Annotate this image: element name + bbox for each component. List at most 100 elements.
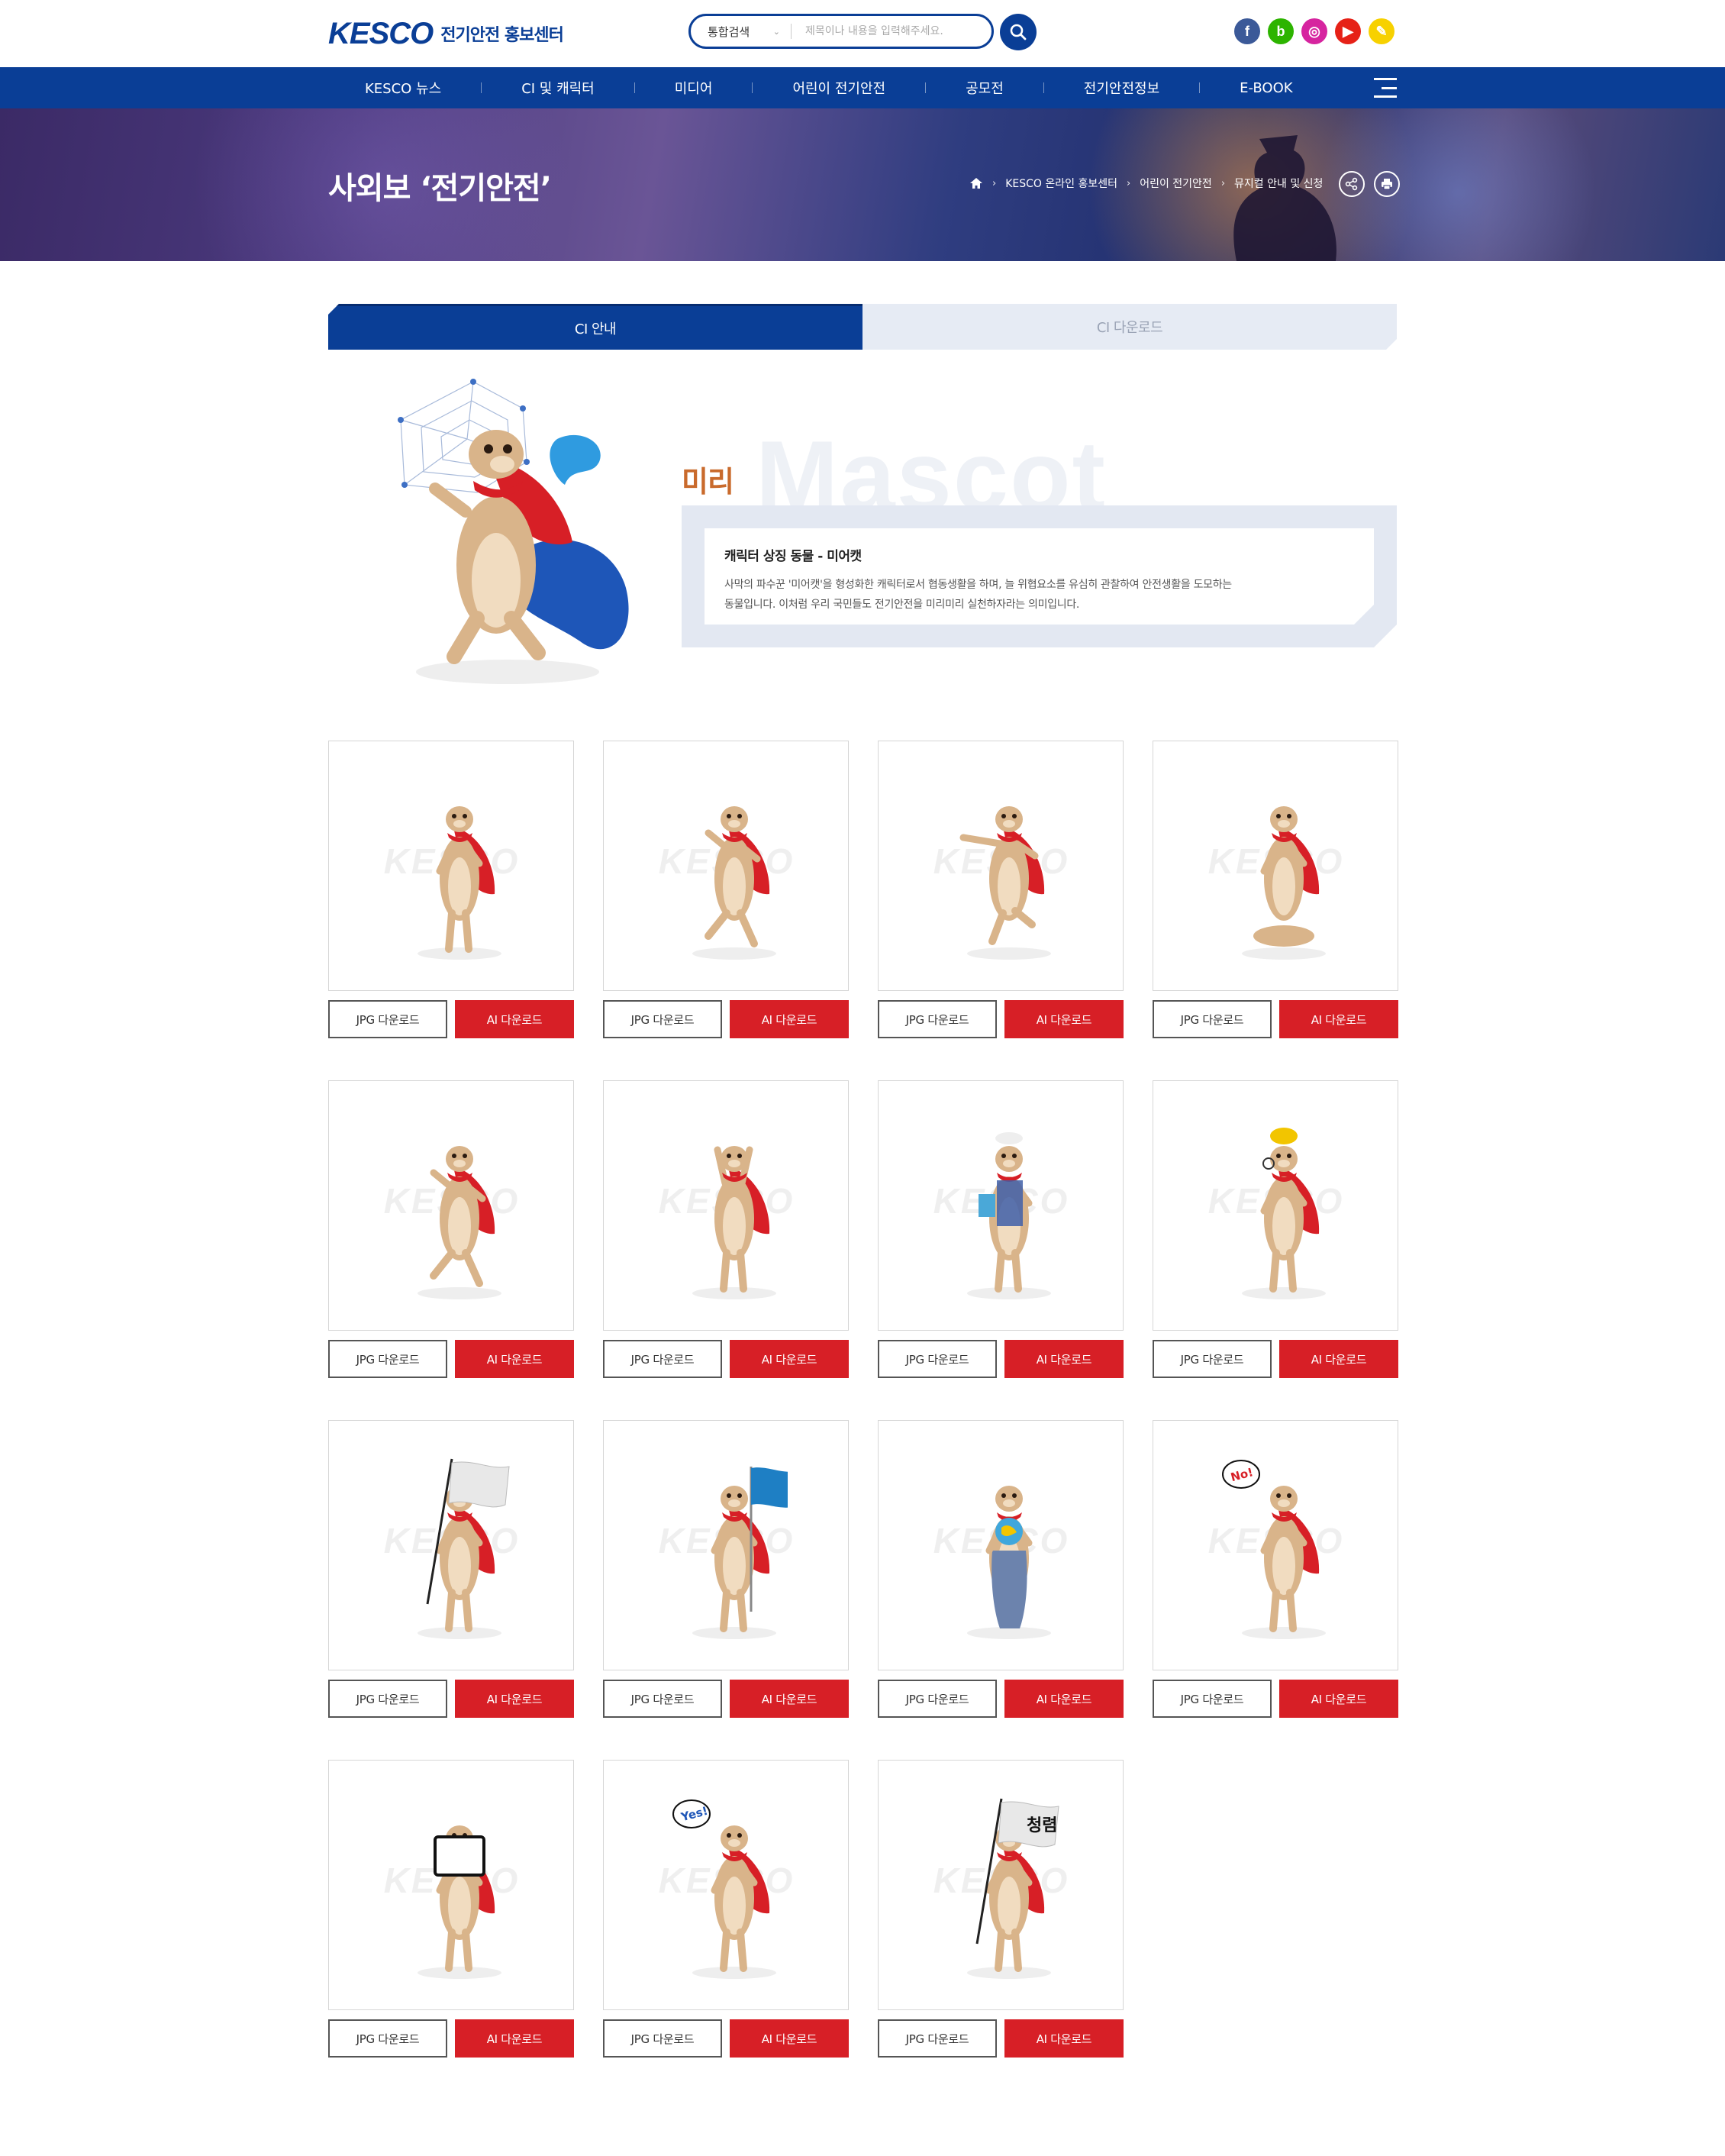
mascot-inspector-illustration <box>1242 1128 1326 1299</box>
home-icon[interactable] <box>969 177 983 189</box>
nav-divider <box>1199 82 1201 93</box>
mascot-jumping-illustration <box>418 1146 501 1299</box>
mascot-board-illustration <box>418 1825 501 1979</box>
jpg-download-button[interactable]: JPG 다운로드 <box>603 1340 722 1378</box>
mascot-yes-sign-illustration: Yes! <box>672 1799 776 1979</box>
blog-icon[interactable]: b <box>1268 18 1294 44</box>
nav-item[interactable]: 공모전 <box>966 67 1004 108</box>
mascot-doctor-illustration <box>967 1132 1051 1299</box>
main-navigation: KESCO 뉴스 CI 및 캐릭터 미디어 어린이 전기안전 공모전 전기안전정보 E-BO… <box>0 67 1725 108</box>
mascot-image-frame: KESCO <box>328 1080 574 1331</box>
ai-download-button[interactable]: AI 다운로드 <box>1004 1340 1124 1378</box>
logo-mark: KESCO <box>328 16 434 50</box>
jpg-download-button[interactable]: JPG 다운로드 <box>878 2019 997 2058</box>
site-logo[interactable]: KESCO 전기안전 홍보센터 <box>328 16 564 50</box>
jpg-download-button[interactable]: JPG 다운로드 <box>328 1000 447 1038</box>
ai-download-button[interactable]: AI 다운로드 <box>730 1680 849 1718</box>
mascot-download-card: KESCO JPG 다운로드AI 다운로드 <box>603 741 849 1041</box>
jpg-download-button[interactable]: JPG 다운로드 <box>878 1340 997 1378</box>
mascot-image-frame: KESCO <box>328 741 574 991</box>
search-input[interactable] <box>805 25 981 37</box>
ai-download-button[interactable]: AI 다운로드 <box>455 1000 574 1038</box>
mascot-download-card: KESCOYes! JPG 다운로드AI 다운로드 <box>603 1760 849 2061</box>
ai-download-button[interactable]: AI 다운로드 <box>455 2019 574 2058</box>
mascot-image-frame: KESCO청렴 <box>878 1760 1124 2010</box>
mascot-image-frame: KESCO <box>603 1420 849 1670</box>
mascot-white-flag-illustration <box>418 1458 510 1639</box>
all-menu-button[interactable] <box>1374 78 1397 98</box>
breadcrumb-item[interactable]: KESCO 온라인 홍보센터 <box>1005 176 1117 191</box>
nav-item[interactable]: CI 및 캐릭터 <box>521 67 595 108</box>
jpg-download-button[interactable]: JPG 다운로드 <box>603 1680 722 1718</box>
ai-download-button[interactable]: AI 다운로드 <box>1004 1680 1124 1718</box>
ai-download-button[interactable]: AI 다운로드 <box>1004 1000 1124 1038</box>
sns-links: f b ◎ ▶ ✎ <box>1234 18 1395 44</box>
chevron-right-icon: › <box>992 177 997 189</box>
jpg-download-button[interactable]: JPG 다운로드 <box>878 1000 997 1038</box>
nav-item[interactable]: 미디어 <box>675 67 713 108</box>
nav-item[interactable]: 전기안전정보 <box>1084 67 1159 108</box>
nav-item[interactable]: 어린이 전기안전 <box>792 67 885 108</box>
page-utilities <box>1339 171 1400 197</box>
ai-download-button[interactable]: AI 다운로드 <box>730 2019 849 2058</box>
mascot-standing-illustration <box>418 806 501 960</box>
ai-download-button[interactable]: AI 다운로드 <box>1279 1680 1398 1718</box>
jpg-download-button[interactable]: JPG 다운로드 <box>328 2019 447 2058</box>
logo-text: 전기안전 홍보센터 <box>440 26 564 45</box>
share-button[interactable] <box>1339 171 1365 197</box>
jpg-download-button[interactable]: JPG 다운로드 <box>328 1680 447 1718</box>
mascot-download-card: KESCO JPG 다운로드AI 다운로드 <box>1153 741 1398 1041</box>
ai-download-button[interactable]: AI 다운로드 <box>1004 2019 1124 2058</box>
mascot-image-frame: KESCOYes! <box>603 1760 849 2010</box>
jpg-download-button[interactable]: JPG 다운로드 <box>1153 1000 1272 1038</box>
mascot-image-frame: KESCO <box>328 1760 574 2010</box>
search-category-select[interactable]: 통합검색 ⌄ <box>708 24 792 39</box>
mascot-intro-illustration <box>398 379 629 684</box>
nav-divider <box>752 82 753 93</box>
jpg-download-button[interactable]: JPG 다운로드 <box>1153 1340 1272 1378</box>
breadcrumb: › KESCO 온라인 홍보센터 › 어린이 전기안전 › 뮤지컬 안내 및 신청 <box>969 176 1323 191</box>
ai-download-button[interactable]: AI 다운로드 <box>730 1340 849 1378</box>
mascot-image-frame: KESCO <box>878 1420 1124 1670</box>
share-icon <box>1345 177 1358 191</box>
print-icon <box>1382 179 1392 190</box>
mascot-image-frame: KESCO <box>878 741 1124 991</box>
mascot-globe-illustration <box>967 1486 1051 1639</box>
instagram-icon[interactable]: ◎ <box>1301 18 1327 44</box>
breadcrumb-item[interactable]: 어린이 전기안전 <box>1140 176 1212 191</box>
search-button[interactable] <box>1000 14 1037 50</box>
ai-download-button[interactable]: AI 다운로드 <box>730 1000 849 1038</box>
jpg-download-button[interactable]: JPG 다운로드 <box>878 1680 997 1718</box>
mascot-image-frame: KESCO <box>603 1080 849 1331</box>
jpg-download-button[interactable]: JPG 다운로드 <box>603 2019 722 2058</box>
ai-download-button[interactable]: AI 다운로드 <box>455 1340 574 1378</box>
kakao-icon[interactable]: ✎ <box>1369 18 1395 44</box>
ai-download-button[interactable]: AI 다운로드 <box>1279 1340 1398 1378</box>
jpg-download-button[interactable]: JPG 다운로드 <box>603 1000 722 1038</box>
mascot-walking-illustration <box>692 806 776 960</box>
mascot-cheering-illustration <box>692 1146 776 1299</box>
print-button[interactable] <box>1374 171 1400 197</box>
mascot-image-frame: KESCO <box>878 1080 1124 1331</box>
mascot-download-card: KESCONo! JPG 다운로드AI 다운로드 <box>1153 1420 1398 1721</box>
mascot-description-heading: 캐릭터 상징 동물 - 미어캣 <box>724 549 862 564</box>
youtube-icon[interactable]: ▶ <box>1335 18 1361 44</box>
mascot-name: 미리 <box>682 465 734 499</box>
mascot-download-card: KESCO JPG 다운로드AI 다운로드 <box>878 741 1124 1041</box>
jpg-download-button[interactable]: JPG 다운로드 <box>328 1340 447 1378</box>
ai-download-button[interactable]: AI 다운로드 <box>1279 1000 1398 1038</box>
nav-item[interactable]: E-BOOK <box>1240 67 1292 108</box>
ci-tabs: CI 안내 CI 다운로드 <box>328 304 1397 350</box>
mascot-description-text: 사막의 파수꾼 '미어캣'을 형성화한 캐릭터로서 협동생활을 하며, 늘 위협… <box>724 575 1354 615</box>
tab-ci-download[interactable]: CI 다운로드 <box>862 304 1397 350</box>
mascot-download-card: KESCO JPG 다운로드AI 다운로드 <box>878 1420 1124 1721</box>
nav-item[interactable]: KESCO 뉴스 <box>365 67 441 108</box>
mascot-download-card: KESCO JPG 다운로드AI 다운로드 <box>328 741 574 1041</box>
facebook-icon[interactable]: f <box>1234 18 1260 44</box>
breadcrumb-item[interactable]: 뮤지컬 안내 및 신청 <box>1234 176 1323 191</box>
ai-download-button[interactable]: AI 다운로드 <box>455 1680 574 1718</box>
clean-flag-text: 청렴 <box>1027 1816 1057 1835</box>
tab-ci-info[interactable]: CI 안내 <box>328 304 862 350</box>
jpg-download-button[interactable]: JPG 다운로드 <box>1153 1680 1272 1718</box>
page-title: 사외보 ‘전기안전’ <box>328 171 552 206</box>
